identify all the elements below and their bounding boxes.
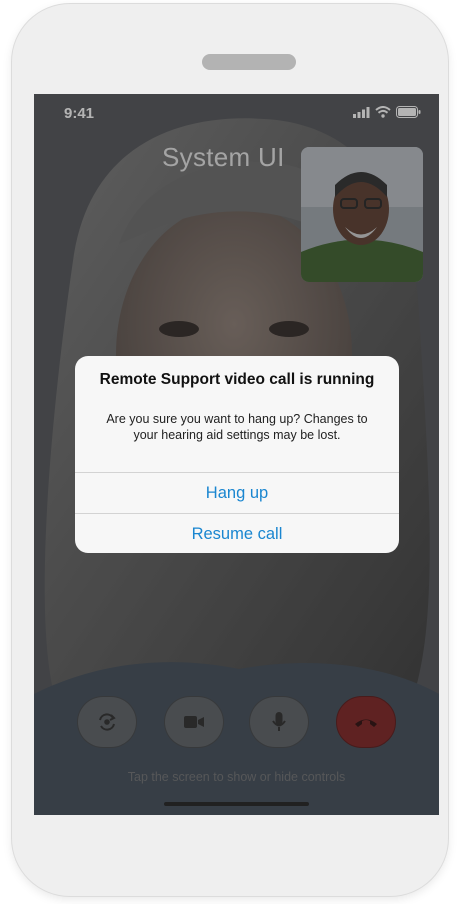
dialog-title: Remote Support video call is running xyxy=(99,371,375,388)
hang-up-button[interactable]: Hang up xyxy=(75,472,399,513)
speaker-grille xyxy=(202,54,296,70)
hangup-confirm-dialog: Remote Support video call is running Are… xyxy=(75,356,399,553)
call-screen[interactable]: 9:41 System UI Tap the screen to show or… xyxy=(34,94,439,815)
dialog-message: Are you sure you want to hang up? Change… xyxy=(106,412,368,442)
resume-call-button[interactable]: Resume call xyxy=(75,513,399,553)
